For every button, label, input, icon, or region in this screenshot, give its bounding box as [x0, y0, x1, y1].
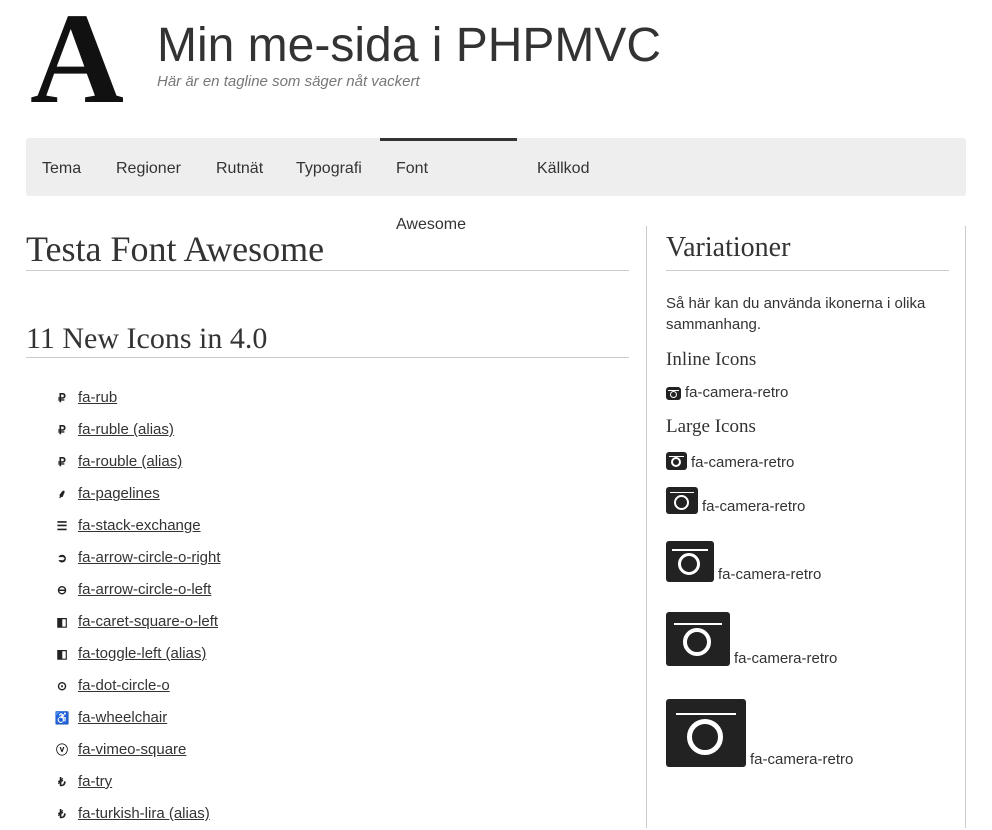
- wheelchair-icon: ♿: [54, 711, 70, 725]
- nav-item-font-awesome[interactable]: Font Awesome: [380, 138, 517, 233]
- icon-label: fa-camera-retro: [685, 384, 789, 401]
- icon-link[interactable]: fa-pagelines: [78, 478, 160, 510]
- try-icon: ₺: [58, 775, 66, 789]
- list-item: ➲ fa-arrow-circle-o-right: [56, 542, 629, 574]
- icon-list: ₽ fa-rub ₽ fa-ruble (alias) ₽ fa-rouble (al…: [26, 382, 629, 830]
- nav-item-kallkod[interactable]: Källkod: [521, 138, 605, 196]
- icon-link[interactable]: fa-arrow-circle-o-left: [78, 574, 211, 606]
- icon-link[interactable]: fa-dot-circle-o: [78, 670, 170, 702]
- toggle-left-icon: ◧: [56, 647, 68, 661]
- list-item: ♿ fa-wheelchair: [54, 702, 629, 734]
- camera-retro-icon: [666, 699, 746, 767]
- arrow-circle-o-right-icon: ➲: [56, 551, 68, 565]
- stack-exchange-icon: ☰: [56, 519, 68, 533]
- icon-link[interactable]: fa-arrow-circle-o-right: [78, 542, 221, 574]
- list-item: ₽ fa-ruble (alias): [56, 414, 629, 446]
- large-icons-heading: Large Icons: [666, 416, 756, 437]
- icon-label: fa-camera-retro: [691, 454, 795, 471]
- icon-label: fa-camera-retro: [702, 498, 806, 515]
- list-item: ☰ fa-stack-exchange: [56, 510, 629, 542]
- ruble-icon: ₽: [58, 423, 66, 437]
- icon-link[interactable]: fa-turkish-lira (alias): [78, 798, 210, 830]
- large-icon-row: fa-camera-retro: [666, 487, 949, 514]
- nav-item-tema[interactable]: Tema: [26, 138, 97, 196]
- ruble-icon: ₽: [58, 455, 66, 469]
- vimeo-square-icon: ⓥ: [56, 743, 69, 757]
- icon-link[interactable]: fa-rub: [78, 382, 117, 414]
- page-title: Testa Font Awesome: [26, 226, 629, 271]
- camera-retro-icon: [666, 541, 714, 582]
- navbar: Tema Regioner Rutnät Typografi Font Awes…: [26, 138, 966, 233]
- caret-square-o-left-icon: ◧: [56, 615, 68, 629]
- list-item: ₽ fa-rouble (alias): [56, 446, 629, 478]
- list-item: ⊖ fa-arrow-circle-o-left: [56, 574, 629, 606]
- list-item: ₺ fa-turkish-lira (alias): [56, 798, 629, 830]
- camera-retro-icon: [666, 612, 730, 666]
- icon-label: fa-camera-retro: [718, 566, 822, 583]
- nav-item-typografi[interactable]: Typografi: [280, 138, 378, 196]
- camera-retro-icon: [666, 387, 681, 400]
- large-icon-row: fa-camera-retro: [666, 612, 949, 666]
- logo-letter: A: [30, 6, 124, 106]
- icon-link[interactable]: fa-stack-exchange: [78, 510, 201, 542]
- pagelines-icon: ⸙: [57, 487, 67, 501]
- sidebar-title: Variationer: [666, 226, 949, 271]
- icon-link[interactable]: fa-rouble (alias): [78, 446, 182, 478]
- icon-link[interactable]: fa-caret-square-o-left: [78, 606, 218, 638]
- list-item: ₽ fa-rub: [56, 382, 629, 414]
- site-logo: A: [30, 0, 124, 131]
- icon-link[interactable]: fa-ruble (alias): [78, 414, 174, 446]
- list-item: ◧ fa-caret-square-o-left: [56, 606, 629, 638]
- inline-icon-row: fa-camera-retro: [666, 385, 949, 400]
- inline-icons-heading: Inline Icons: [666, 349, 757, 370]
- icon-link[interactable]: fa-try: [78, 766, 112, 798]
- large-icon-row: fa-camera-retro: [666, 452, 949, 470]
- list-item: ₺ fa-try: [56, 766, 629, 798]
- icon-label: fa-camera-retro: [750, 751, 854, 768]
- list-item: ⓥ fa-vimeo-square: [56, 734, 629, 766]
- dot-circle-o-icon: ⊙: [56, 679, 68, 693]
- icon-link[interactable]: fa-wheelchair: [78, 702, 167, 734]
- site-slogan: Här är en tagline som säger nåt vackert: [157, 73, 420, 90]
- ruble-icon: ₽: [58, 391, 66, 405]
- icon-link[interactable]: fa-vimeo-square: [78, 734, 186, 766]
- sidebar: Variationer Så här kan du använda ikoner…: [646, 226, 966, 828]
- camera-retro-icon: [666, 452, 687, 470]
- camera-retro-icon: [666, 487, 698, 514]
- arrow-circle-o-left-icon: ⊖: [56, 583, 68, 597]
- nav-item-regioner[interactable]: Regioner: [100, 138, 197, 196]
- turkish-lira-icon: ₺: [58, 807, 66, 821]
- list-item: ⊙ fa-dot-circle-o: [56, 670, 629, 702]
- list-item: ◧ fa-toggle-left (alias): [56, 638, 629, 670]
- icon-label: fa-camera-retro: [734, 650, 838, 667]
- main-content: Testa Font Awesome 11 New Icons in 4.0 ₽…: [26, 226, 629, 830]
- section-title: 11 New Icons in 4.0: [26, 319, 629, 358]
- site-title: Min me-sida i PHPMVC: [157, 19, 662, 72]
- sidebar-intro: Så här kan du använda ikonerna i olika s…: [666, 295, 926, 333]
- list-item: ⸙ fa-pagelines: [56, 478, 629, 510]
- large-icon-row: fa-camera-retro: [666, 541, 949, 582]
- icon-link[interactable]: fa-toggle-left (alias): [78, 638, 206, 670]
- nav-item-rutnat[interactable]: Rutnät: [200, 138, 279, 196]
- large-icon-row: fa-camera-retro: [666, 699, 949, 767]
